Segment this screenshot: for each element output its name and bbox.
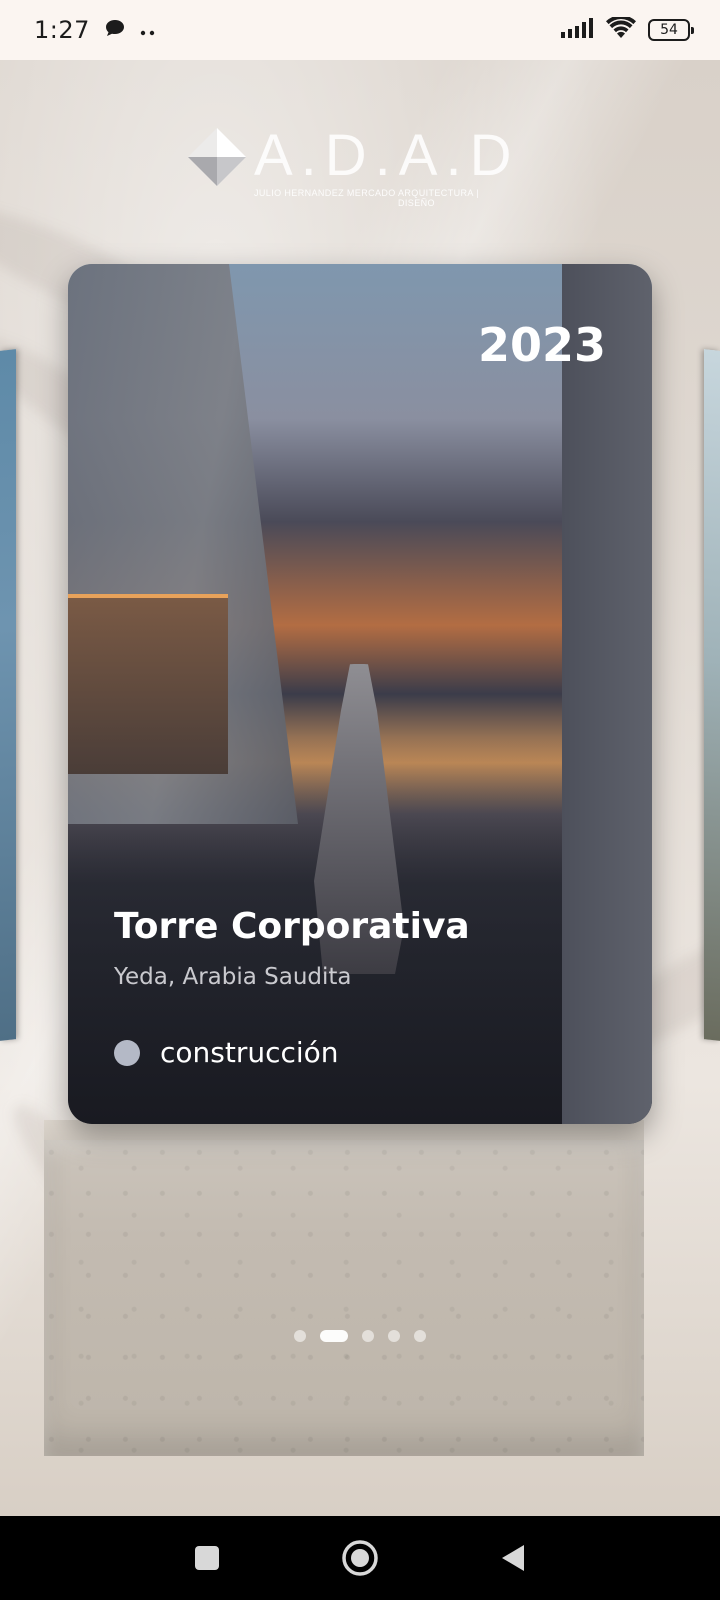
logo-mark: A.D.A.D [254, 123, 520, 188]
more-dots-icon [140, 21, 156, 40]
page-dot[interactable] [414, 1330, 426, 1342]
status-right: 54 [560, 15, 694, 43]
page-dot[interactable] [294, 1330, 306, 1342]
page-dot[interactable] [362, 1330, 374, 1342]
chat-bubble-icon [104, 18, 126, 42]
signal-icon [560, 17, 594, 43]
home-circle-icon [342, 1540, 378, 1576]
diamond-logo-icon [188, 128, 246, 186]
page-dot-active[interactable] [320, 1330, 348, 1342]
recents-button[interactable] [187, 1538, 227, 1578]
logo-left-caption: JULIO HERNANDEZ MERCADO [254, 188, 396, 198]
card-image-light [68, 594, 228, 774]
logo-right-caption: ARQUITECTURA | DISEÑO [398, 188, 479, 208]
project-title: Torre Corporativa [114, 906, 470, 947]
next-project-card[interactable] [704, 349, 720, 1041]
page-dot[interactable] [388, 1330, 400, 1342]
home-button[interactable] [340, 1538, 380, 1578]
project-status: construcción [114, 1036, 339, 1069]
previous-project-card[interactable] [0, 349, 16, 1041]
project-year: 2023 [477, 318, 606, 372]
status-time: 1:27 [34, 16, 90, 44]
status-bar: 1:27 54 [0, 0, 720, 60]
back-triangle-icon [502, 1545, 525, 1571]
brand-logo: A.D.A.D JULIO HERNANDEZ MERCADO ARQUITEC… [186, 122, 516, 212]
battery-icon: 54 [648, 19, 694, 41]
project-card[interactable]: 2023 Torre Corporativa Yeda, Arabia Saud… [68, 264, 652, 1124]
recents-square-icon [194, 1546, 219, 1570]
status-dot [114, 1039, 140, 1066]
status-left: 1:27 [34, 16, 156, 44]
wifi-icon [606, 15, 636, 43]
project-status-label: construcción [160, 1036, 339, 1069]
system-nav-bar [0, 1516, 720, 1600]
battery-level: 54 [660, 22, 678, 38]
project-location: Yeda, Arabia Saudita [114, 964, 352, 990]
back-button[interactable] [493, 1538, 533, 1578]
carousel-pagination [0, 1330, 720, 1342]
card-image-wall [562, 264, 652, 1124]
stone-pedestal [44, 1140, 644, 1456]
